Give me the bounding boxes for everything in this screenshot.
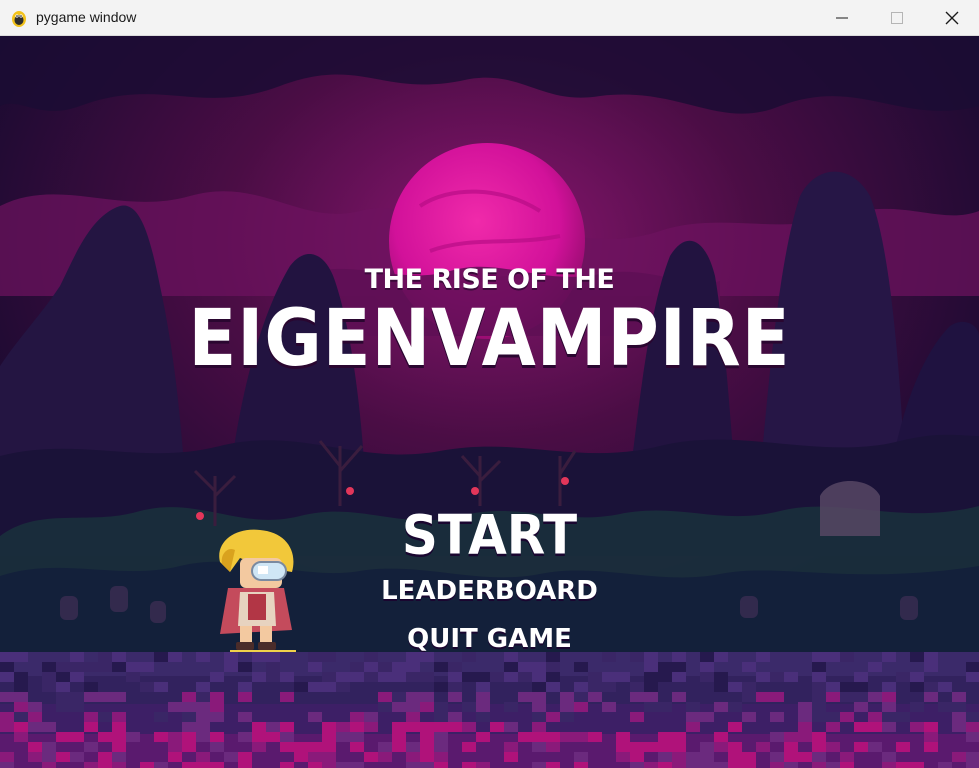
window-title: pygame window (36, 9, 137, 25)
title-bar[interactable]: pygame window (0, 0, 979, 36)
quit-game-button[interactable]: QUIT GAME (0, 624, 979, 654)
pygame-snake-icon (12, 11, 26, 27)
game-title: EIGENVAMPIRE (188, 292, 791, 384)
maximize-button[interactable] (874, 0, 920, 36)
minimize-icon (836, 17, 848, 19)
close-button[interactable] (929, 0, 975, 36)
close-icon (945, 11, 959, 25)
maximize-icon (891, 12, 903, 24)
start-button[interactable]: START (0, 504, 979, 567)
game-subtitle: THE RISE OF THE (364, 264, 615, 295)
minimize-button[interactable] (819, 0, 865, 36)
main-menu-scene: THE RISE OF THE EIGENVAMPIRE START LEADE… (0, 36, 979, 768)
leaderboard-button[interactable]: LEADERBOARD (0, 576, 979, 606)
pixel-ground (0, 652, 979, 768)
game-window: pygame window THE RISE OF THE EIGENVAMPI… (0, 0, 979, 768)
